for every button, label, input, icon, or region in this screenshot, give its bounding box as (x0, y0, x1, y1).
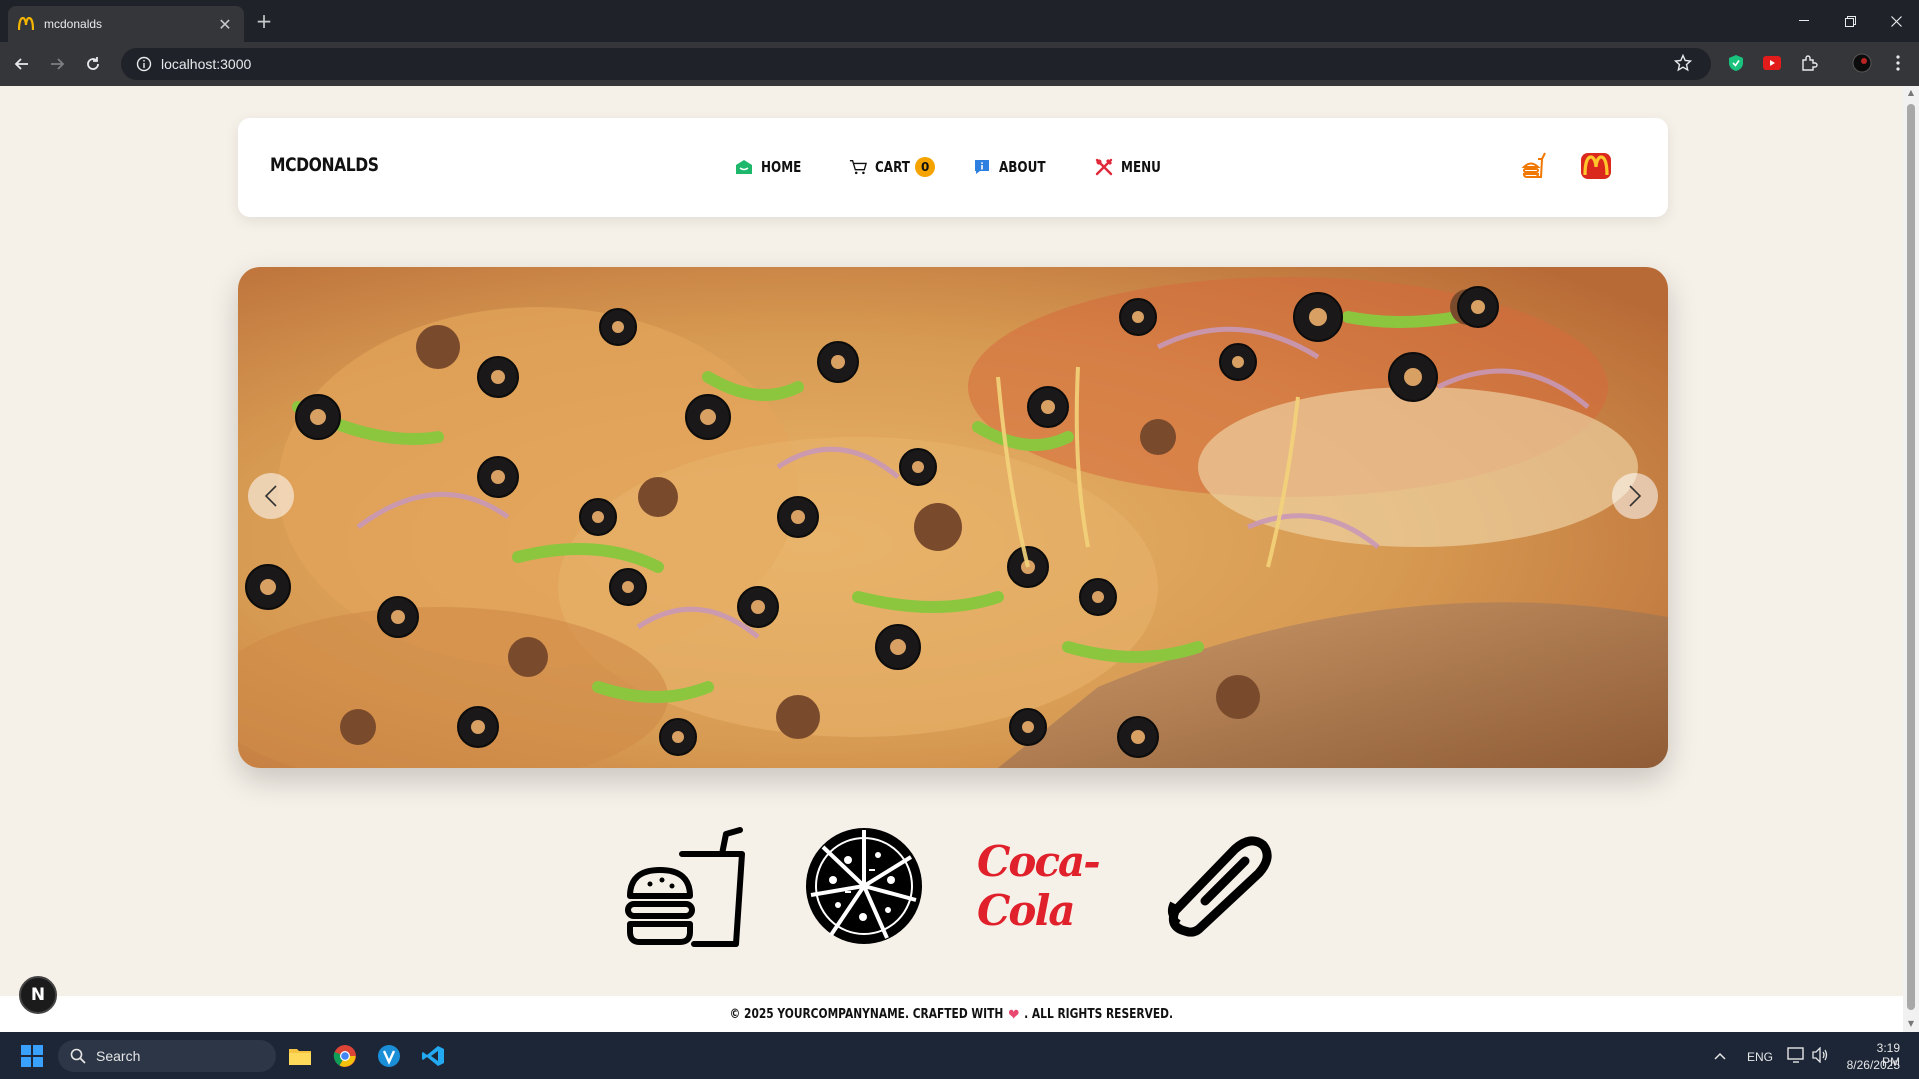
browser-menu-icon[interactable] (1888, 53, 1908, 73)
vscode-icon[interactable] (417, 1040, 449, 1072)
extensions-puzzle-icon[interactable] (1799, 53, 1819, 73)
scroll-thumb[interactable] (1907, 104, 1915, 1010)
restore-icon[interactable] (1827, 0, 1873, 42)
category-pizza[interactable] (799, 821, 929, 951)
site-info-icon[interactable] (127, 56, 161, 72)
cart-icon (849, 158, 868, 176)
pizza-icon (806, 828, 922, 944)
home-icon (735, 158, 753, 176)
chrome-icon[interactable] (329, 1040, 361, 1072)
hotdog-icon (1168, 836, 1272, 937)
cart-count-badge: 0 (915, 157, 936, 177)
nav-about[interactable]: ABOUT (973, 158, 1057, 176)
search-icon (70, 1048, 86, 1064)
burger-drink-icon (625, 827, 745, 947)
chevron-right-icon (1629, 485, 1642, 507)
v-app-icon[interactable] (373, 1040, 405, 1072)
nav-about-label: ABOUT (999, 158, 1046, 176)
heart-icon: ❤ (1008, 1004, 1020, 1024)
category-hotdog[interactable] (1155, 821, 1285, 951)
nav-cart-label: CART (875, 158, 911, 176)
taskbar-search[interactable]: Search (58, 1040, 276, 1072)
profile-avatar-icon[interactable] (1852, 53, 1872, 73)
reload-icon[interactable] (79, 50, 107, 78)
tab-title: mcdonalds (44, 17, 103, 31)
page-viewport: MCDONALDS HOME CART 0 ABOUT MENU Coca-Co… (0, 86, 1903, 1032)
category-coca-cola[interactable]: Coca-Cola (977, 821, 1107, 951)
nextjs-dev-badge[interactable]: N (19, 976, 57, 1014)
close-window-icon[interactable] (1873, 0, 1919, 42)
volume-icon[interactable] (1811, 1046, 1829, 1066)
nav-home[interactable]: HOME (735, 158, 811, 176)
windows-start-icon[interactable] (16, 1040, 48, 1072)
info-icon (973, 158, 991, 176)
address-bar[interactable]: localhost:3000 (121, 48, 1711, 80)
scroll-down-icon[interactable]: ▼ (1907, 1020, 1915, 1028)
site-footer: © 2025 YOURCOMPANYNAME. CRAFTED WITH ❤ .… (0, 996, 1903, 1032)
nav-menu[interactable]: MENU (1095, 158, 1171, 176)
footer-prefix: © 2025 YOURCOMPANYNAME. CRAFTED WITH (729, 1006, 1004, 1022)
tab-close-icon[interactable]: ✕ (216, 15, 234, 34)
pizza-image (238, 267, 1668, 768)
language-indicator[interactable]: ENG (1747, 1050, 1773, 1064)
file-explorer-icon[interactable] (284, 1040, 316, 1072)
brand-logo-text[interactable]: MCDONALDS (270, 154, 379, 176)
browser-tabbar: mcdonalds ✕ + (0, 0, 1919, 42)
new-tab-button[interactable]: + (252, 9, 276, 33)
mcdonalds-favicon-icon (18, 16, 34, 32)
clock-date[interactable]: 8/26/2025 (1842, 1058, 1900, 1072)
minimize-icon[interactable] (1781, 0, 1827, 42)
coca-cola-logo: Coca-Cola (977, 837, 1101, 935)
nav-cart[interactable]: CART 0 (849, 157, 936, 177)
nav-menu-label: MENU (1121, 158, 1162, 176)
shield-extension-icon[interactable] (1726, 53, 1746, 73)
carousel-next-button[interactable] (1612, 473, 1658, 519)
utensils-icon (1095, 158, 1113, 176)
main-nav: HOME CART 0 ABOUT MENU (735, 154, 1209, 180)
footer-copyright: © 2025 YOURCOMPANYNAME. CRAFTED WITH ❤ .… (730, 1005, 1173, 1024)
taskbar-search-text: Search (96, 1048, 141, 1064)
carousel-prev-button[interactable] (248, 473, 294, 519)
food-order-icon[interactable] (1518, 148, 1554, 184)
category-burger-drink[interactable] (621, 821, 751, 951)
page-scrollbar[interactable]: ▲ ▼ (1903, 86, 1919, 1032)
url-text: localhost:3000 (161, 56, 252, 72)
browser-tab[interactable]: mcdonalds ✕ (8, 6, 244, 42)
forward-icon[interactable] (43, 50, 71, 78)
site-header: MCDONALDS HOME CART 0 ABOUT MENU (238, 118, 1668, 217)
nav-home-label: HOME (761, 158, 802, 176)
back-icon[interactable] (8, 50, 36, 78)
mcdonalds-logo-icon[interactable] (1578, 148, 1614, 184)
hero-carousel (238, 267, 1668, 768)
scroll-up-icon[interactable]: ▲ (1907, 89, 1915, 97)
bookmark-star-icon[interactable] (1673, 53, 1693, 76)
network-icon[interactable] (1787, 1047, 1805, 1066)
footer-suffix: . ALL RIGHTS RESERVED. (1024, 1006, 1174, 1022)
tray-chevron-up-icon[interactable] (1714, 1049, 1726, 1063)
youtube-extension-icon[interactable] (1762, 53, 1782, 73)
chevron-left-icon (264, 485, 277, 507)
